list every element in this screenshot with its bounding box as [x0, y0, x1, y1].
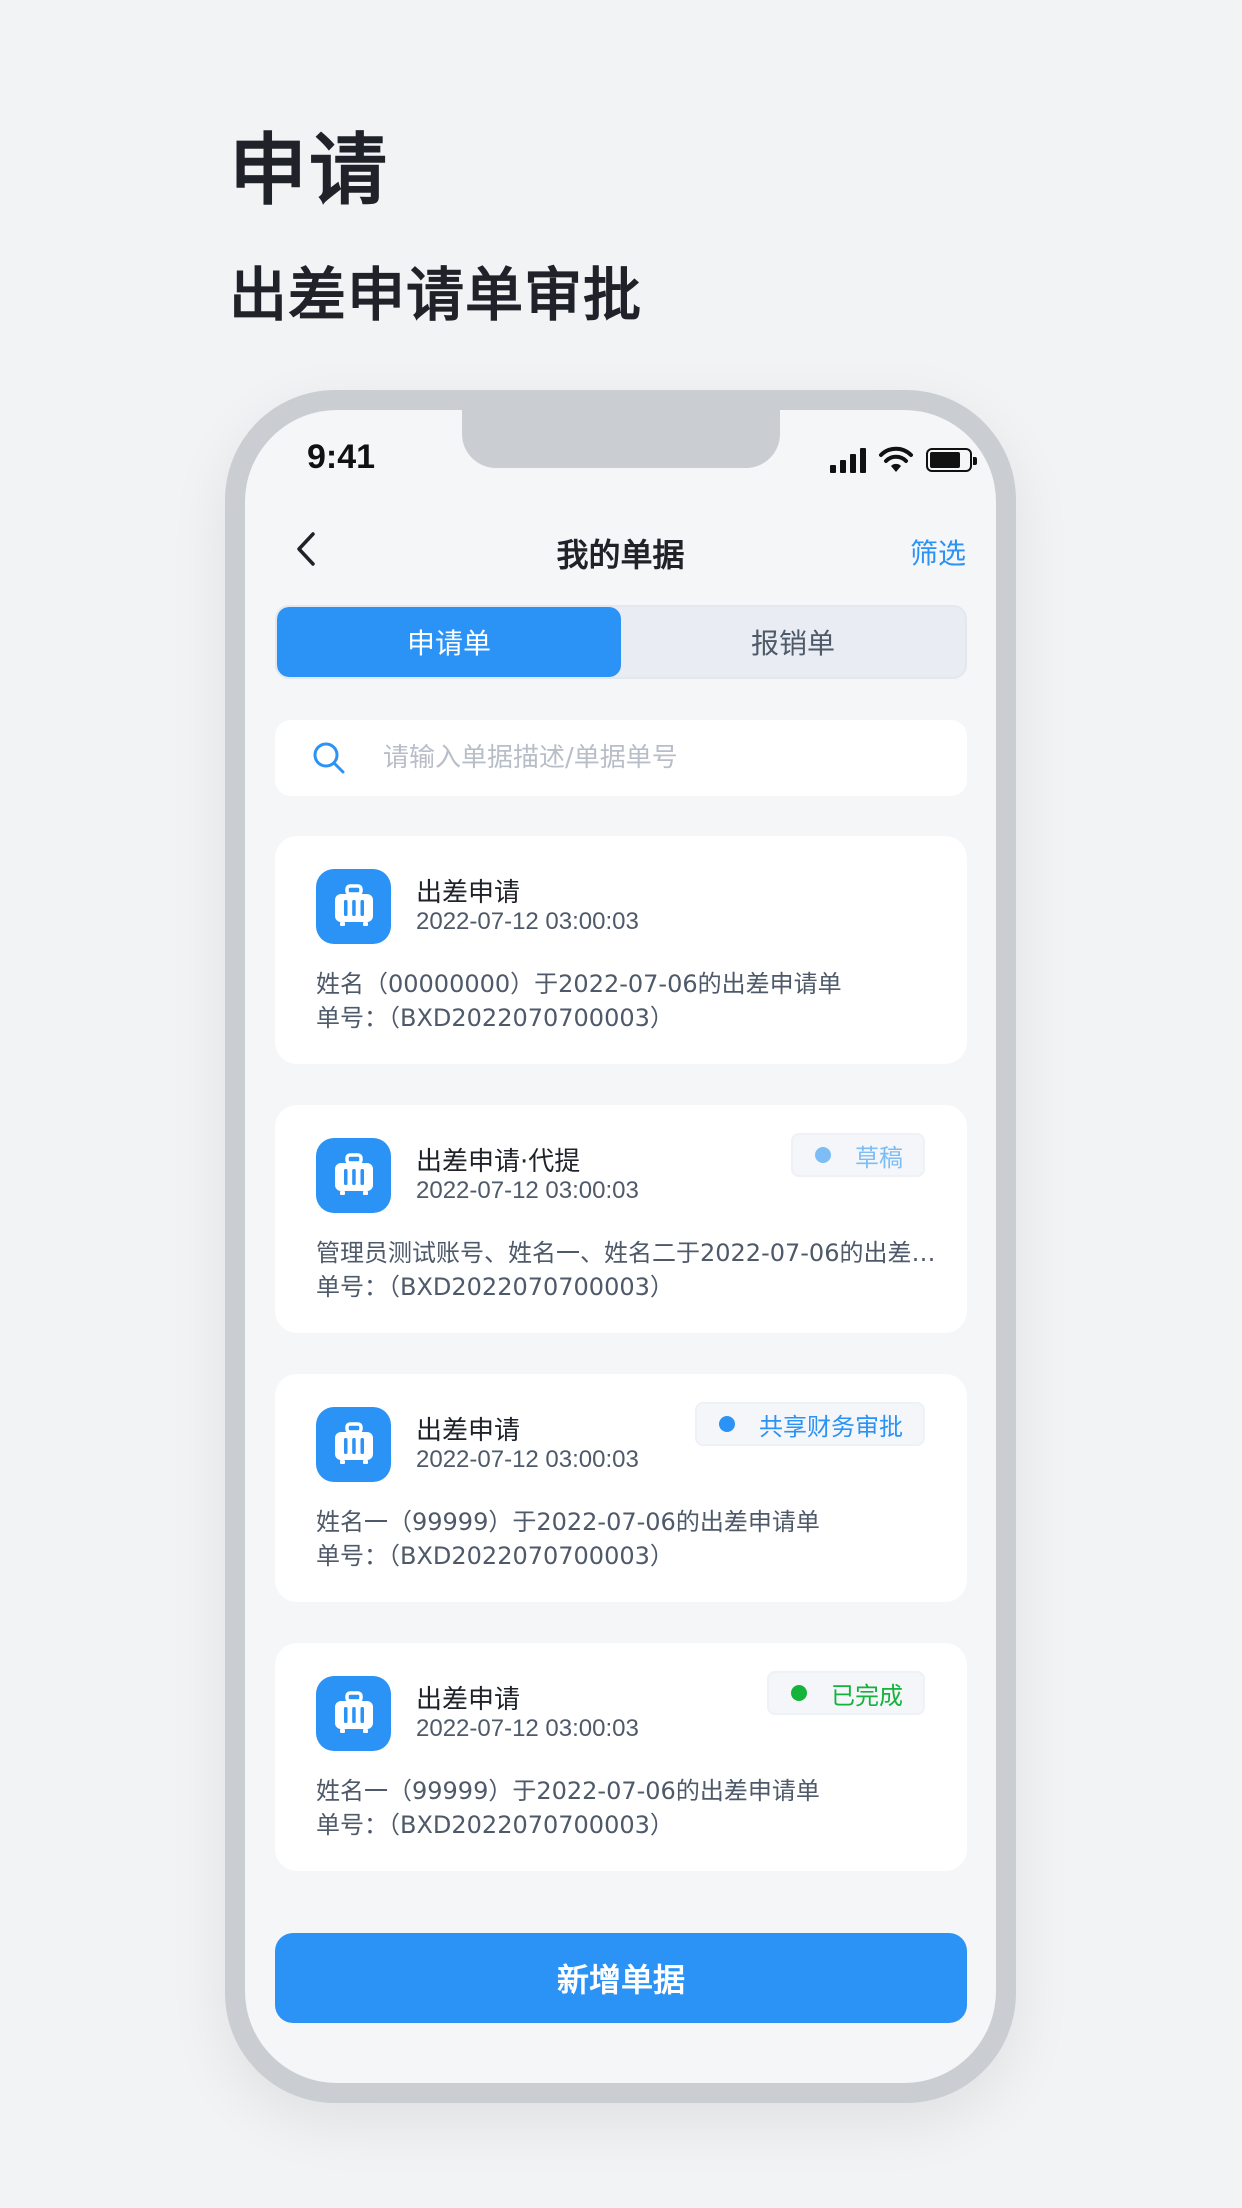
list-item[interactable]: 出差申请 2022-07-12 03:00:03 已完成 姓名一（99999）于…	[275, 1643, 967, 1871]
card-description: 姓名一（99999）于2022-07-06的出差申请单	[316, 1777, 820, 1805]
status-label: 草稿	[855, 1143, 903, 1172]
card-description: 姓名（00000000）于2022-07-06的出差申请单	[316, 970, 842, 998]
card-title: 出差申请·代提	[416, 1147, 581, 1177]
segment-control: 申请单 报销单	[275, 605, 967, 679]
card-description: 姓名一（99999）于2022-07-06的出差申请单	[316, 1508, 820, 1536]
search-input[interactable]	[383, 743, 923, 773]
list-item[interactable]: 出差申请 2022-07-12 03:00:03 姓名（00000000）于20…	[275, 836, 967, 1064]
card-number: 单号：（BXD2022070700003）	[316, 1004, 674, 1032]
card-time: 2022-07-12 03:00:03	[416, 908, 639, 935]
card-number: 单号：（BXD2022070700003）	[316, 1273, 674, 1301]
status-label: 已完成	[831, 1681, 903, 1710]
suitcase-icon	[316, 1676, 391, 1751]
page-subtitle: 出差申请单审批	[229, 261, 643, 329]
suitcase-icon	[316, 869, 391, 944]
status-badge: 已完成	[767, 1671, 925, 1715]
status-label: 共享财务审批	[759, 1412, 903, 1441]
search-box[interactable]	[275, 720, 967, 796]
battery-icon	[926, 448, 977, 472]
tab-application[interactable]: 申请单	[277, 607, 621, 677]
filter-button[interactable]: 筛选	[910, 532, 966, 572]
notch	[462, 410, 780, 468]
search-icon	[313, 742, 345, 774]
status-badge: 共享财务审批	[695, 1402, 925, 1446]
phone-screen: 9:41 我的单据 筛选 申请单 报销单 请输入单据描述/单据单号 出差申请 2…	[245, 410, 996, 2083]
suitcase-icon	[316, 1407, 391, 1482]
card-number: 单号：（BXD2022070700003）	[316, 1811, 674, 1839]
add-document-button[interactable]: 新增单据	[275, 1933, 967, 2023]
tab-reimbursement[interactable]: 报销单	[621, 607, 965, 677]
status-dot	[791, 1685, 807, 1701]
page-title: 申请	[229, 126, 390, 216]
status-dot	[815, 1147, 831, 1163]
wifi-icon	[879, 446, 913, 472]
status-icons	[830, 446, 977, 474]
card-time: 2022-07-12 03:00:03	[416, 1177, 639, 1204]
suitcase-icon	[316, 1138, 391, 1213]
status-time: 9:41	[307, 438, 376, 476]
status-dot	[719, 1416, 735, 1432]
card-title: 出差申请	[416, 878, 521, 908]
list-item[interactable]: 出差申请·代提 2022-07-12 03:00:03 草稿 管理员测试账号、姓…	[275, 1105, 967, 1333]
signal-icon	[830, 447, 866, 473]
card-time: 2022-07-12 03:00:03	[416, 1446, 639, 1473]
status-badge: 草稿	[791, 1133, 925, 1177]
card-title: 出差申请	[416, 1416, 521, 1446]
phone-frame: 9:41 我的单据 筛选 申请单 报销单 请输入单据描述/单据单号 出差申请 2…	[225, 390, 1016, 2103]
card-number: 单号：（BXD2022070700003）	[316, 1542, 674, 1570]
card-description: 管理员测试账号、姓名一、姓名二于2022-07-06的出差申请单	[316, 1239, 936, 1267]
nav-bar: 我的单据 筛选	[245, 510, 996, 590]
card-time: 2022-07-12 03:00:03	[416, 1715, 639, 1742]
card-title: 出差申请	[416, 1685, 521, 1715]
list-item[interactable]: 出差申请 2022-07-12 03:00:03 共享财务审批 姓名一（9999…	[275, 1374, 967, 1602]
nav-title: 我的单据	[556, 536, 685, 574]
